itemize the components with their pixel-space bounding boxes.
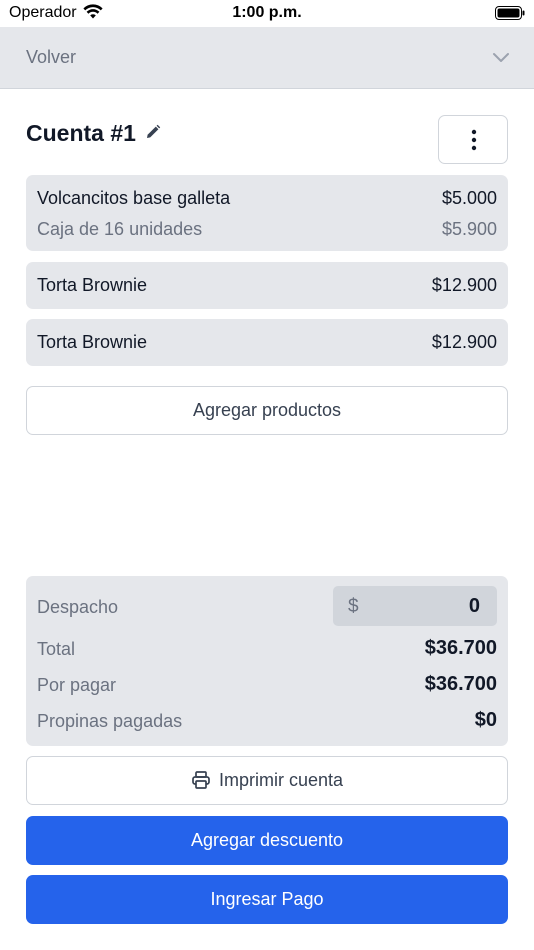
more-vertical-icon — [471, 129, 477, 151]
product-name: Volcancitos base galleta — [37, 188, 231, 208]
product-variant-price: $5.900 — [441, 219, 497, 239]
product-price: $5.000 — [441, 188, 497, 208]
print-account-button[interactable]: Imprimir cuenta — [26, 756, 508, 805]
account-summary: Despacho $ 0 Total $36.700 Por pagar $36… — [26, 576, 508, 746]
pending-value: $36.700 — [424, 673, 497, 695]
product-variant: Caja de 16 unidades — [37, 219, 203, 239]
product-name: Torta Brownie — [37, 275, 148, 295]
pencil-icon[interactable] — [145, 124, 161, 140]
printer-icon — [192, 771, 210, 789]
despacho-label: Despacho — [37, 597, 119, 617]
back-button[interactable]: Volver — [26, 47, 76, 68]
more-options-button[interactable] — [438, 115, 508, 164]
account-title: Cuenta #1 — [26, 120, 136, 146]
battery-icon — [495, 6, 525, 20]
print-account-label: Imprimir cuenta — [218, 770, 344, 790]
product-price: $12.900 — [431, 332, 497, 352]
tips-value: $0 — [474, 709, 497, 731]
total-value: $36.700 — [424, 637, 497, 659]
tips-label: Propinas pagadas — [37, 711, 183, 731]
header-bar: Volver — [0, 27, 534, 89]
product-name: Torta Brownie — [37, 332, 148, 352]
total-label: Total — [37, 639, 76, 659]
clock-time: 1:00 p.m. — [232, 4, 302, 21]
pending-label: Por pagar — [37, 675, 117, 695]
chevron-down-icon[interactable] — [492, 48, 510, 66]
enter-payment-button[interactable]: Ingresar Pago — [26, 875, 508, 924]
product-card[interactable]: Torta Brownie $12.900 — [26, 319, 508, 366]
despacho-amount: 0 — [468, 595, 480, 617]
product-price: $12.900 — [431, 275, 497, 295]
add-products-button[interactable]: Agregar productos — [26, 386, 508, 435]
add-discount-button[interactable]: Agregar descuento — [26, 816, 508, 865]
product-card[interactable]: Volcancitos base galleta $5.000 Caja de … — [26, 175, 508, 251]
product-card[interactable]: Torta Brownie $12.900 — [26, 262, 508, 309]
currency-symbol: $ — [348, 596, 359, 617]
status-bar: Operador 1:00 p.m. — [0, 0, 534, 27]
despacho-input[interactable]: $ 0 — [333, 586, 497, 626]
